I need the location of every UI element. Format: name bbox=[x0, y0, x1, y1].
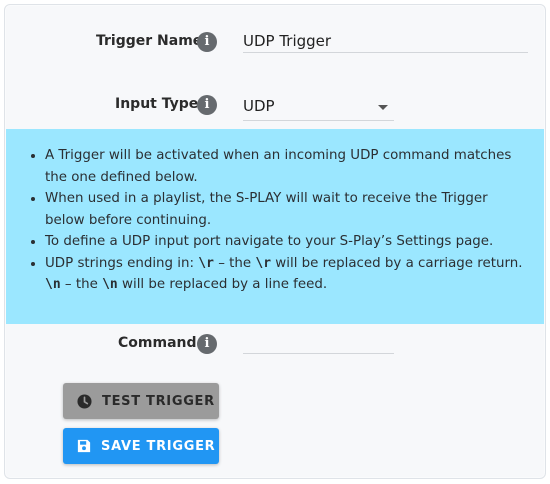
trigger-form-panel: Trigger Name i Input Type i UDP A Trigge… bbox=[4, 4, 546, 479]
code-carriage-return: \r bbox=[255, 255, 272, 271]
info-bullet-4-text: – the bbox=[60, 277, 103, 292]
test-trigger-button[interactable]: TEST TRIGGER bbox=[63, 383, 219, 419]
trigger-name-input[interactable] bbox=[243, 29, 528, 53]
trigger-name-label: Trigger Name bbox=[96, 33, 203, 49]
code-carriage-return: \r bbox=[198, 255, 214, 271]
info-bullet-4-text: will be replaced by a carriage return. bbox=[271, 255, 523, 271]
command-label: Command bbox=[118, 335, 197, 351]
save-trigger-button[interactable]: SAVE TRIGGER bbox=[63, 428, 219, 464]
code-line-feed: \n bbox=[102, 277, 118, 292]
info-bullet-4-text: – the bbox=[213, 255, 256, 271]
info-bullet-4: UDP strings ending in: \r – the \r will … bbox=[45, 253, 524, 296]
chevron-down-icon bbox=[378, 105, 388, 110]
code-line-feed: \n bbox=[45, 277, 61, 292]
input-type-selected-value: UDP bbox=[243, 97, 275, 115]
info-bullet-4-text: UDP strings ending in: bbox=[45, 255, 199, 271]
info-bullet-4-text: will be replaced by a line feed. bbox=[117, 277, 328, 292]
clock-icon bbox=[77, 393, 92, 409]
info-callout: A Trigger will be activated when an inco… bbox=[6, 129, 544, 324]
input-type-label: Input Type bbox=[115, 96, 199, 112]
info-list: A Trigger will be activated when an inco… bbox=[6, 129, 544, 296]
test-trigger-label: TEST TRIGGER bbox=[102, 393, 215, 409]
info-bullet-3: To define a UDP input port navigate to y… bbox=[45, 231, 524, 253]
input-type-select[interactable]: UDP bbox=[243, 97, 394, 121]
info-bullet-1: A Trigger will be activated when an inco… bbox=[45, 145, 524, 188]
command-input[interactable] bbox=[243, 330, 394, 354]
info-icon[interactable]: i bbox=[197, 334, 217, 354]
floppy-disk-icon bbox=[77, 439, 91, 453]
save-trigger-label: SAVE TRIGGER bbox=[101, 438, 216, 454]
info-icon[interactable]: i bbox=[197, 32, 217, 52]
info-bullet-2: When used in a playlist, the S-PLAY will… bbox=[45, 188, 524, 231]
info-icon[interactable]: i bbox=[197, 95, 217, 115]
